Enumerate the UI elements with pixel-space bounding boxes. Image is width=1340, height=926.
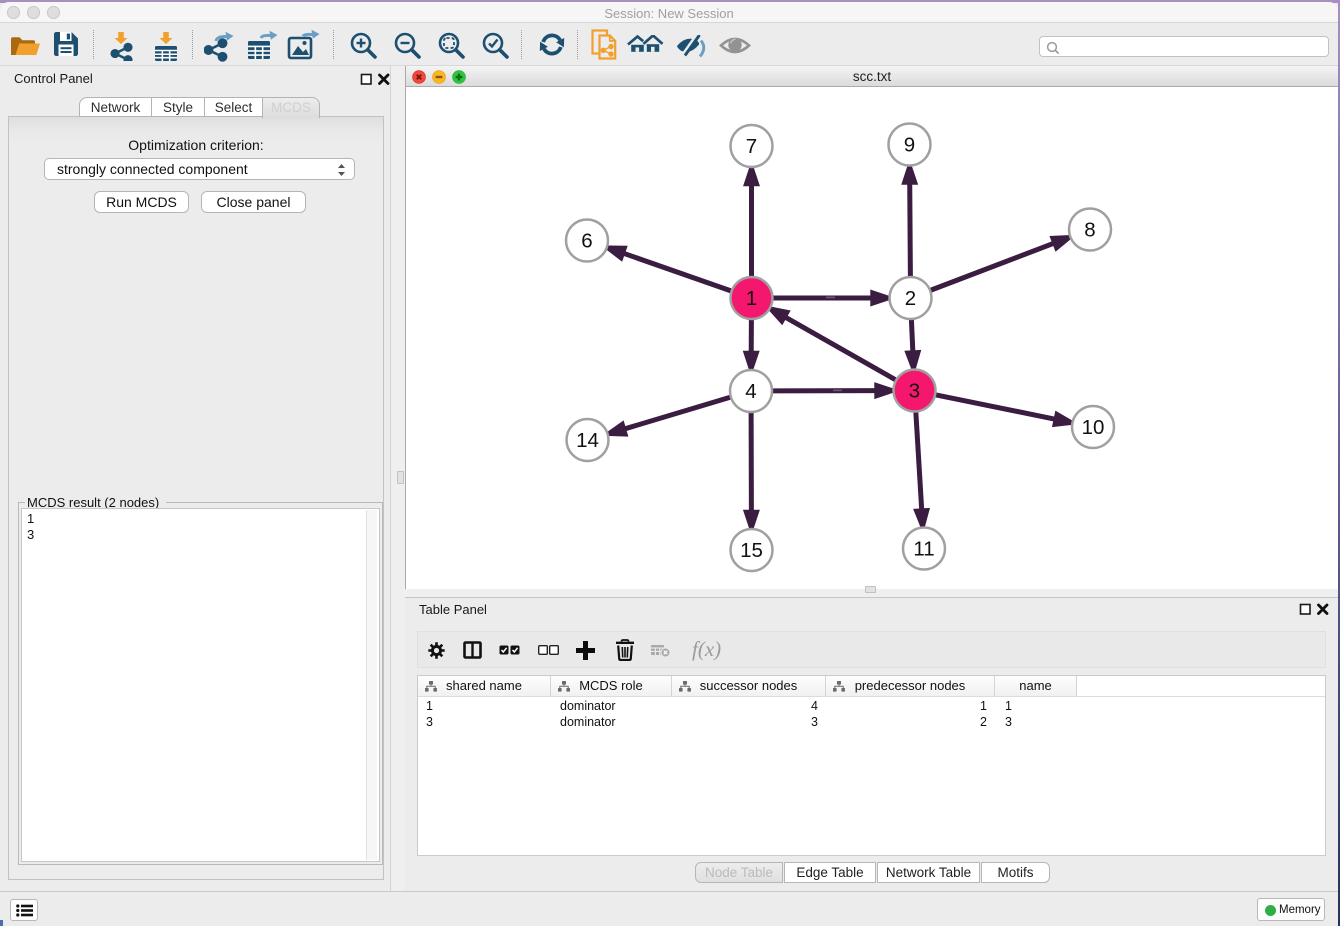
svg-text:15: 15 (740, 539, 763, 562)
svg-text:3: 3 (909, 380, 920, 403)
svg-text:7: 7 (746, 135, 757, 158)
svg-text:14: 14 (576, 429, 599, 452)
svg-text:11: 11 (913, 538, 934, 561)
svg-text:6: 6 (581, 230, 592, 253)
svg-text:8: 8 (1084, 219, 1095, 242)
svg-text:9: 9 (904, 134, 915, 157)
svg-text:4: 4 (745, 380, 756, 403)
svg-text:2: 2 (905, 287, 916, 310)
svg-text:1: 1 (746, 287, 757, 310)
svg-text:10: 10 (1082, 416, 1105, 439)
